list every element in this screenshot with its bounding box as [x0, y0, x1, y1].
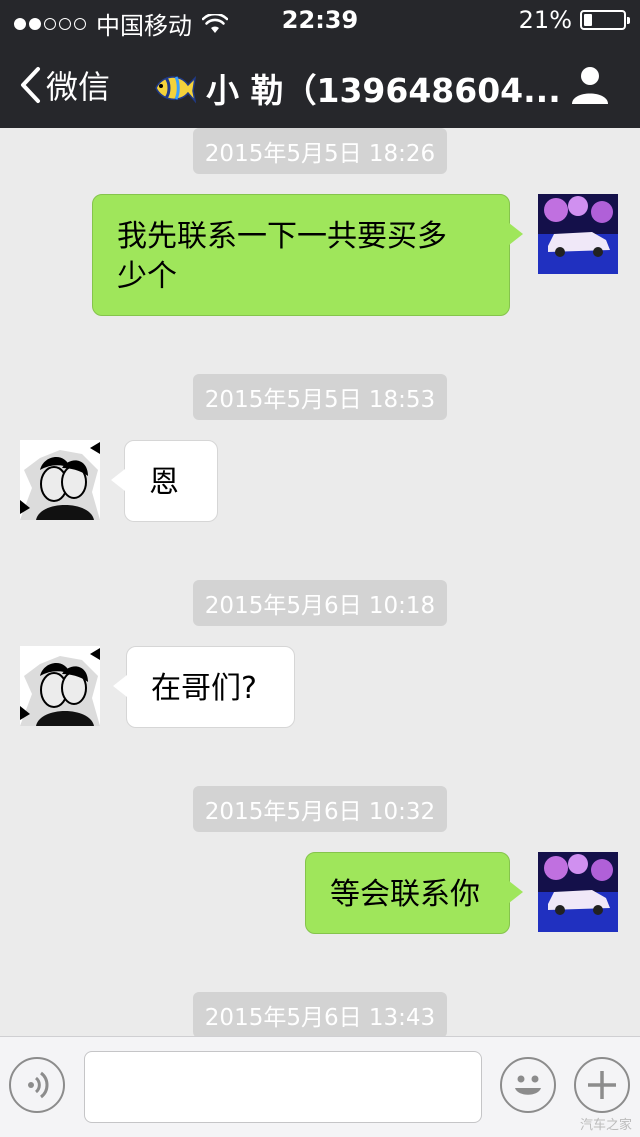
couple-avatar[interactable] [20, 646, 100, 726]
chat-title: 小 勒（139648604... [150, 64, 561, 112]
incoming-message[interactable]: 恩 [111, 440, 218, 522]
voice-button[interactable] [9, 1057, 65, 1113]
car-avatar[interactable] [538, 852, 618, 932]
chevron-left-icon [21, 67, 40, 103]
chat-title-text: 小 勒（139648604... [206, 71, 561, 110]
timestamp: 2015年5月6日 10:18 [0, 580, 640, 626]
header: 中国移动 22:39 21% 微信 小 勒（139648604... [0, 0, 640, 128]
outgoing-message[interactable]: 我先联系一下一共要买多 少个 [92, 194, 523, 316]
battery-icon [580, 10, 630, 30]
outgoing-message[interactable]: 等会联系你 [305, 852, 523, 934]
emoji-button[interactable] [500, 1057, 556, 1113]
timestamp: 2015年5月5日 18:53 [0, 374, 640, 420]
timestamp: 2015年5月6日 10:32 [0, 786, 640, 832]
person-icon[interactable] [570, 64, 610, 104]
timestamp: 2015年5月6日 13:43 [0, 992, 640, 1036]
watermark: 汽车之家 [579, 1118, 632, 1133]
timestamp: 2015年5月5日 18:26 [0, 128, 640, 174]
nav-bar: 微信 小 勒（139648604... [0, 44, 640, 128]
plus-button[interactable] [574, 1057, 630, 1113]
battery-fill [584, 14, 592, 26]
plus-icon [588, 1071, 616, 1099]
back-button[interactable]: 微信 [18, 62, 110, 108]
couple-avatar[interactable] [20, 440, 100, 520]
status-bar: 中国移动 22:39 21% [0, 0, 640, 40]
input-bar: 汽车之家 [0, 1036, 640, 1137]
voice-icon [28, 1071, 49, 1099]
back-label: 微信 [46, 68, 111, 106]
battery-percent: 21% [518, 6, 572, 34]
fish-icon [155, 75, 196, 104]
chat-area[interactable]: 2015年5月5日 18:26 我先联系一下一共要买多 少个 2015年5月5日… [0, 128, 640, 1036]
car-avatar[interactable] [538, 194, 618, 274]
message-input[interactable] [84, 1051, 482, 1123]
emoji-icon [515, 1075, 541, 1095]
incoming-message[interactable]: 在哥们? [113, 646, 295, 728]
